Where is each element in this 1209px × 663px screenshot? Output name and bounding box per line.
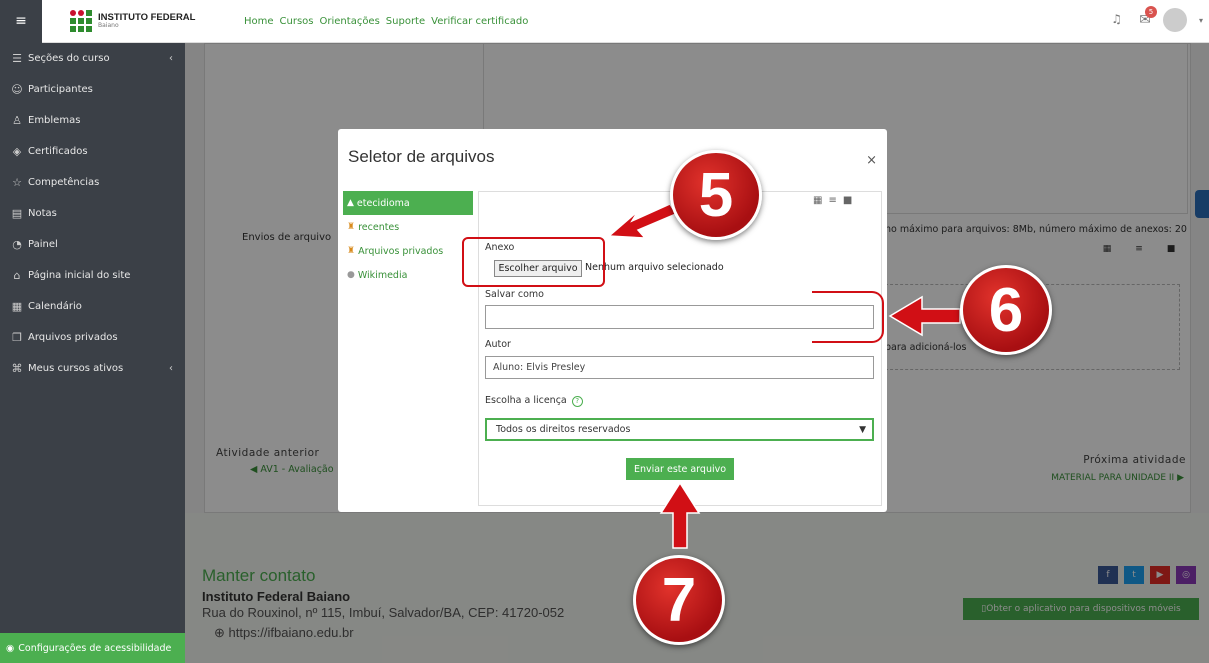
arrow-step5 bbox=[607, 203, 678, 239]
arrow-step6 bbox=[888, 295, 961, 337]
annotation-step-5: 5 bbox=[670, 150, 762, 240]
annotation-step-6: 6 bbox=[960, 265, 1052, 355]
annotation-step-7: 7 bbox=[633, 555, 725, 645]
arrow-step7 bbox=[659, 481, 701, 549]
